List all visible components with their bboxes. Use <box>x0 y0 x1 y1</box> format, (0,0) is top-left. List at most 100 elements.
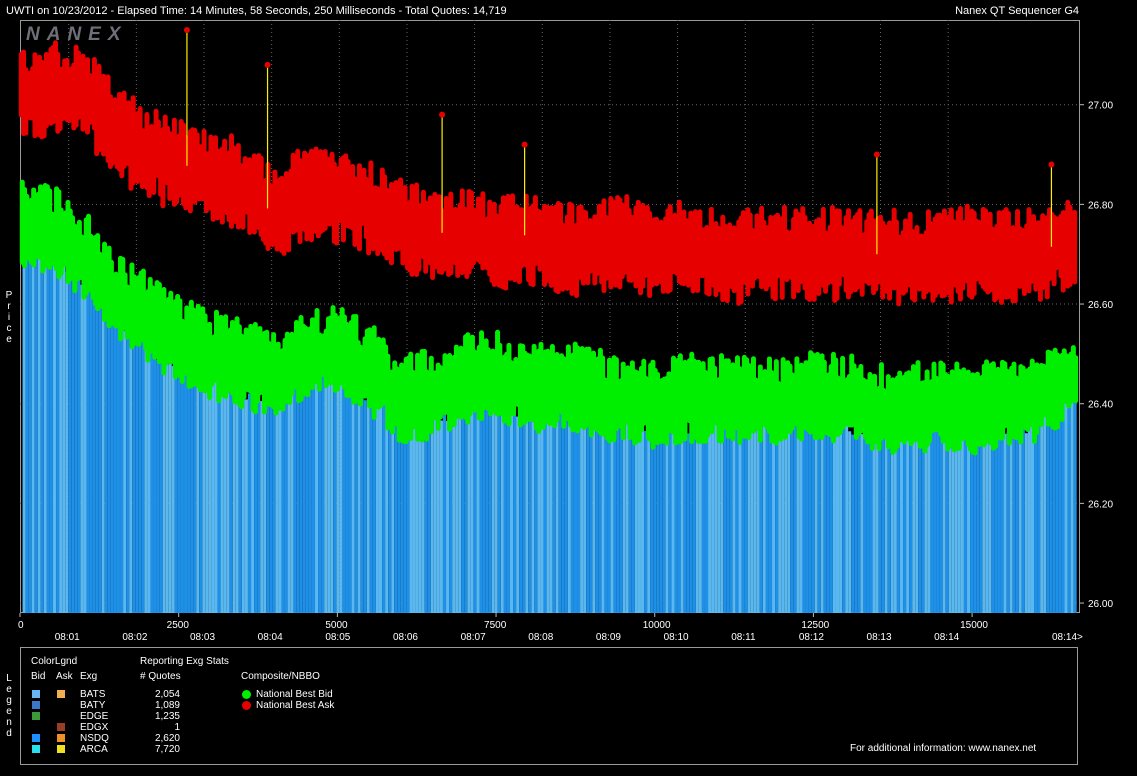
bid-bar <box>893 438 897 613</box>
bid-bar <box>260 401 264 613</box>
bid-bar <box>226 384 230 613</box>
bid-bar <box>781 436 785 613</box>
bid-bar <box>375 404 379 613</box>
x-time-tick-label: 08:07 <box>461 632 486 643</box>
bid-bar <box>123 331 127 613</box>
bid-bar <box>120 329 124 613</box>
bid-bar <box>400 415 404 613</box>
bid-bar <box>768 421 772 613</box>
bid-bar <box>184 364 188 613</box>
bid-bar <box>973 433 977 613</box>
x-time-tick-label: 08:14 <box>934 632 959 643</box>
bid-bar <box>805 413 809 613</box>
bid-bar <box>92 283 96 613</box>
legend-exchange-quotes: 1 <box>174 722 180 733</box>
bid-bar <box>488 397 492 613</box>
bid-bar <box>747 420 751 613</box>
x-time-tick-label: 08:13 <box>867 632 892 643</box>
bid-bar <box>765 421 769 613</box>
bid-bar <box>345 361 349 613</box>
bid-bar <box>513 391 517 613</box>
bid-bar <box>366 392 370 613</box>
x-count-tick-label: 10000 <box>643 620 671 631</box>
bid-bar <box>1043 411 1047 613</box>
bid-bar <box>421 420 425 613</box>
bid-bar <box>369 386 373 613</box>
bid-bar <box>315 363 319 613</box>
bid-bar <box>759 419 763 613</box>
bid-bar <box>525 416 529 613</box>
bid-bar <box>589 419 593 613</box>
bid-bar <box>884 432 888 613</box>
bid-bar <box>854 436 858 613</box>
bid-bar <box>147 327 151 613</box>
bid-bar <box>357 372 361 613</box>
bid-bar <box>174 364 178 613</box>
legend-ask-swatch <box>57 745 65 753</box>
bid-bar <box>412 425 416 613</box>
bid-bar <box>881 435 885 613</box>
bid-bar <box>641 427 645 613</box>
bid-bar <box>726 424 730 613</box>
bid-bar <box>750 422 754 613</box>
bid-bar <box>199 357 203 613</box>
bid-bar <box>464 407 468 613</box>
bid-bar <box>1073 391 1077 613</box>
bid-bar <box>1067 391 1071 613</box>
bid-bar <box>153 332 157 613</box>
bid-bar <box>28 252 32 613</box>
bid-bar <box>510 406 514 613</box>
bid-bar <box>220 368 224 613</box>
bid-bar <box>982 430 986 613</box>
bid-bar <box>988 438 992 613</box>
bid-bar <box>235 370 239 613</box>
bid-bar <box>1018 429 1022 613</box>
bid-bar <box>799 429 803 613</box>
bid-bar <box>1046 415 1050 613</box>
bid-bar <box>564 411 568 613</box>
legend-stats-title: Reporting Exg Stats <box>140 656 229 667</box>
bid-bar <box>34 254 38 613</box>
legend-nbbo-dot <box>242 690 251 699</box>
bid-bar <box>211 364 215 613</box>
bid-bar <box>960 424 964 613</box>
bid-bar <box>500 390 504 613</box>
bid-bar <box>159 350 163 613</box>
legend-stats-sub: # Quotes <box>140 671 181 682</box>
bid-bar <box>101 302 105 613</box>
bid-bar <box>187 370 191 613</box>
legend-exchange-quotes: 7,720 <box>154 744 180 755</box>
bid-bar <box>65 272 69 613</box>
bid-bar <box>1024 433 1028 613</box>
ask-spike-point <box>1048 161 1055 168</box>
x-time-tick-label: 08:02 <box>122 632 147 643</box>
y-tick-label: 27.00 <box>1088 101 1113 112</box>
bid-bar <box>113 307 117 613</box>
legend-nbbo-title: Composite/NBBO <box>241 671 320 682</box>
bid-bar <box>829 414 833 613</box>
bid-bar <box>1021 424 1025 613</box>
bid-bar <box>711 429 715 613</box>
y-tick-label: 26.80 <box>1088 200 1113 211</box>
bid-bar <box>89 283 93 613</box>
bid-bar <box>205 375 209 613</box>
bid-bar <box>430 415 434 613</box>
bid-bar <box>1027 423 1031 613</box>
bid-bar <box>875 430 879 613</box>
bid-bar <box>53 262 57 613</box>
bid-bar <box>1037 423 1041 613</box>
bid-bar <box>717 428 721 613</box>
bid-bar <box>1040 413 1044 613</box>
bid-bar <box>516 416 520 613</box>
bid-bar <box>177 343 181 613</box>
bid-bar <box>132 340 136 613</box>
bid-bar <box>610 415 614 613</box>
x-time-tick-label: 08:05 <box>325 632 350 643</box>
bid-bar <box>138 334 142 613</box>
bid-bar <box>339 376 343 613</box>
nanex-watermark: NANEX <box>26 24 128 45</box>
x-time-tick-label: 08:06 <box>393 632 418 643</box>
bid-bar <box>281 401 285 613</box>
bid-bar <box>363 400 367 613</box>
bid-bar <box>491 406 495 613</box>
